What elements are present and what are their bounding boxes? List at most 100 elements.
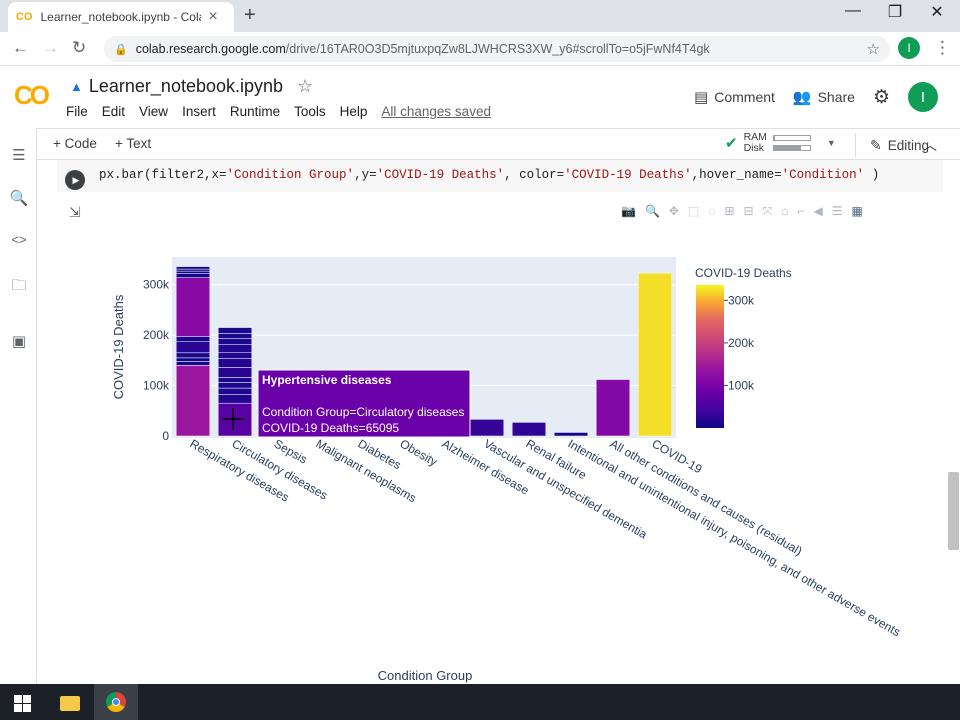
- user-avatar[interactable]: I: [908, 82, 938, 112]
- windows-start-button[interactable]: [2, 688, 42, 718]
- code-token: 'COVID-19 Deaths': [376, 168, 505, 182]
- bar-segment[interactable]: [175, 352, 211, 359]
- menu-tools[interactable]: Tools: [294, 104, 326, 119]
- colorbar: [696, 285, 724, 428]
- output-menu-icon[interactable]: ⇲: [69, 204, 81, 221]
- code-token: ): [864, 168, 880, 182]
- bar-segment[interactable]: [175, 336, 211, 342]
- bar-segment[interactable]: [175, 273, 211, 278]
- menu-runtime[interactable]: Runtime: [230, 104, 280, 119]
- code-cell[interactable]: ▶ px.bar(filter2,x='Condition Group',y='…: [57, 160, 943, 192]
- add-text-button[interactable]: + Text: [115, 136, 151, 151]
- bar-segment[interactable]: [217, 338, 253, 345]
- code-snippets-icon[interactable]: <>: [9, 232, 29, 247]
- comment-button[interactable]: ▤ Comment: [694, 88, 775, 106]
- spike-lines-icon[interactable]: ⌐: [797, 204, 804, 219]
- new-tab-button[interactable]: +: [244, 4, 256, 27]
- browser-menu-icon[interactable]: ⋮: [934, 38, 951, 58]
- menu-view[interactable]: View: [139, 104, 168, 119]
- bar-segment[interactable]: [217, 352, 253, 359]
- editing-mode-button[interactable]: ✎ Editing: [855, 133, 929, 157]
- bar-segment[interactable]: [175, 341, 211, 354]
- save-status[interactable]: All changes saved: [381, 104, 491, 119]
- chrome-taskbar-button[interactable]: [94, 684, 138, 720]
- forward-icon[interactable]: →: [42, 38, 59, 58]
- menu-edit[interactable]: Edit: [102, 104, 125, 119]
- x-tick-label: Obesity: [398, 436, 440, 468]
- colorbar-title: COVID-19 Deaths: [695, 266, 792, 280]
- lasso-select-icon[interactable]: ◌: [708, 204, 715, 219]
- bar-segment[interactable]: [175, 268, 211, 272]
- file-explorer-button[interactable]: [50, 688, 90, 718]
- plotly-logo-icon[interactable]: ▦: [851, 204, 862, 219]
- zoom-out-icon[interactable]: ⊟: [744, 204, 754, 219]
- bar-segment[interactable]: [175, 361, 211, 366]
- drive-icon: ▲: [70, 79, 83, 94]
- bookmark-star-icon[interactable]: ☆: [867, 40, 880, 58]
- chevron-up-icon[interactable]: ︿: [923, 135, 937, 155]
- bar-segment[interactable]: [217, 387, 253, 395]
- close-tab-icon[interactable]: ×: [209, 8, 218, 26]
- camera-icon[interactable]: 📷: [621, 204, 636, 219]
- window-close-icon[interactable]: ✕: [922, 2, 952, 22]
- omnibox[interactable]: 🔒 colab.research.google.com/drive/16TAR0…: [104, 36, 890, 62]
- menu-help[interactable]: Help: [340, 104, 368, 119]
- menu-file[interactable]: File: [66, 104, 88, 119]
- bar-segment[interactable]: [175, 365, 211, 437]
- browser-tab[interactable]: CO Learner_notebook.ipynb - Colab ×: [8, 2, 234, 32]
- bar-segment[interactable]: [217, 382, 253, 389]
- search-icon[interactable]: 🔍: [9, 189, 29, 207]
- bar-segment[interactable]: [217, 394, 253, 404]
- folder-icon[interactable]: 🗀: [9, 275, 29, 300]
- bar-segment[interactable]: [217, 377, 253, 383]
- run-cell-button[interactable]: ▶: [65, 170, 85, 190]
- box-select-icon[interactable]: ⬚: [688, 204, 699, 219]
- restore-icon[interactable]: ❐: [880, 2, 910, 22]
- bar-segment[interactable]: [217, 344, 253, 353]
- notebook-title[interactable]: Learner_notebook.ipynb: [89, 76, 283, 97]
- bar-segment[interactable]: [175, 357, 211, 362]
- menu-insert[interactable]: Insert: [182, 104, 216, 119]
- resources-indicator[interactable]: ✔ RAM Disk ▼: [725, 132, 836, 154]
- reset-axes-icon[interactable]: ⌂: [781, 204, 788, 219]
- zoom-icon[interactable]: 🔍: [645, 204, 660, 219]
- pan-icon[interactable]: ✥: [669, 204, 679, 219]
- colab-logo[interactable]: CO: [14, 80, 50, 111]
- bar-segment[interactable]: [175, 277, 211, 337]
- left-sidebar: ☰ 🔍 <> 🗀 ▣: [0, 128, 37, 684]
- ram-meter: [772, 135, 811, 141]
- x-tick-label: Intentional and unintentional injury, po…: [566, 436, 903, 639]
- add-code-button[interactable]: + Code: [53, 136, 97, 151]
- bar-segment[interactable]: [595, 379, 631, 437]
- bar-segment[interactable]: [175, 270, 211, 274]
- bar-segment[interactable]: [553, 432, 589, 437]
- bar-segment[interactable]: [217, 358, 253, 368]
- bar-segment[interactable]: [637, 272, 673, 437]
- bar-segment[interactable]: [217, 333, 253, 339]
- table-of-contents-icon[interactable]: ☰: [9, 146, 29, 164]
- scrollbar-thumb[interactable]: [948, 472, 959, 550]
- back-icon[interactable]: ←: [12, 38, 29, 58]
- share-button[interactable]: 👥 Share: [793, 88, 855, 106]
- reload-icon[interactable]: ↻: [72, 38, 86, 58]
- minimize-icon[interactable]: —: [838, 2, 868, 20]
- code-editor[interactable]: px.bar(filter2,x='Condition Group',y='CO…: [99, 168, 879, 182]
- chevron-down-icon[interactable]: ▼: [827, 138, 836, 148]
- profile-avatar[interactable]: I: [898, 37, 920, 59]
- bar-segment[interactable]: [511, 422, 547, 437]
- hover-closest-icon[interactable]: ◀: [813, 204, 822, 219]
- x-tick-label: All other conditions and causes (residua…: [608, 436, 805, 558]
- bar-segment[interactable]: [175, 266, 211, 270]
- star-icon[interactable]: ☆: [297, 76, 313, 97]
- terminal-icon[interactable]: ▣: [9, 332, 29, 350]
- bar-segment[interactable]: [217, 327, 253, 334]
- gear-icon[interactable]: ⚙: [873, 86, 890, 109]
- hover-compare-icon[interactable]: ☰: [832, 204, 843, 219]
- x-axis-title: Condition Group: [378, 668, 473, 683]
- autoscale-icon[interactable]: ⤧: [763, 204, 773, 219]
- disk-meter-fill: [773, 146, 801, 150]
- notebook-content: 0 100k 200k 300k Respiratory diseases Circul…: [37, 160, 960, 684]
- bar-segment[interactable]: [469, 419, 505, 437]
- zoom-in-icon[interactable]: ⊞: [724, 204, 734, 219]
- bar-segment[interactable]: [217, 367, 253, 378]
